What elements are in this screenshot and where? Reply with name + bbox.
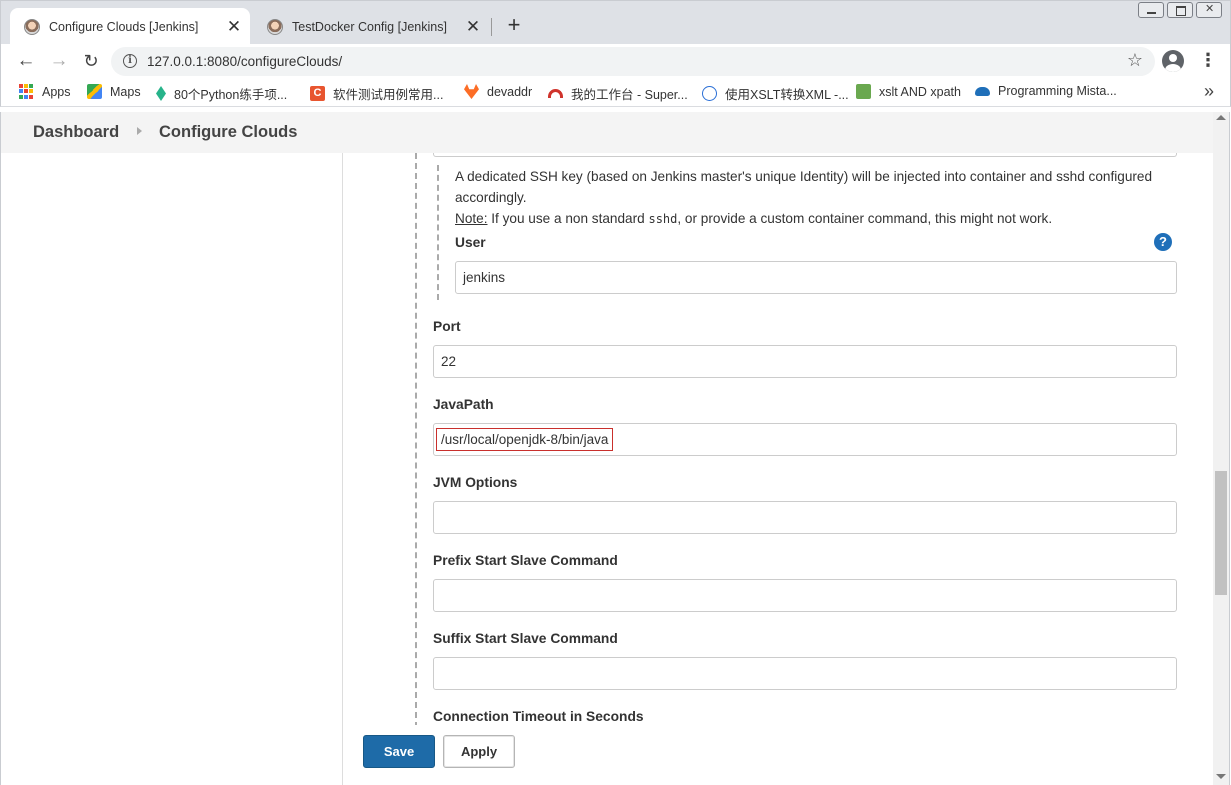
bookmark-python[interactable]: 80个Python练手项... xyxy=(156,84,287,103)
connection-timeout-label: Connection Timeout in Seconds xyxy=(433,709,644,724)
apply-button[interactable]: Apply xyxy=(443,735,515,768)
tab-separator xyxy=(491,18,492,36)
javapath-input[interactable]: /usr/local/openjdk-8/bin/java xyxy=(433,423,1177,456)
scrolled-field-edge xyxy=(433,153,1177,157)
tab-configure-clouds[interactable]: Configure Clouds [Jenkins] ✕ xyxy=(10,8,250,45)
browser-tab-strip: Configure Clouds [Jenkins] ✕ TestDocker … xyxy=(0,0,1231,45)
scroll-up-arrow-icon[interactable] xyxy=(1216,115,1226,120)
section-dashed-border xyxy=(415,153,417,728)
bookmark-label: 软件测试用例常用... xyxy=(333,88,444,102)
subsection-dashed-border xyxy=(437,165,439,300)
help-icon[interactable]: ? xyxy=(1154,233,1172,251)
note-text-pre: If you use a non standard xyxy=(487,211,649,226)
breadcrumb-configure-clouds[interactable]: Configure Clouds xyxy=(159,123,297,142)
note-label: Note: xyxy=(455,211,488,226)
prefix-start-input[interactable] xyxy=(433,579,1177,612)
prefix-start-label: Prefix Start Slave Command xyxy=(433,553,618,568)
bookmarks-bar: Apps Maps 80个Python练手项... C 软件测试用例常用... … xyxy=(0,78,1231,107)
jvm-options-input[interactable] xyxy=(433,501,1177,534)
jenkins-favicon-icon xyxy=(24,18,40,35)
user-label: User xyxy=(455,235,486,250)
bookmark-xslt[interactable]: 使用XSLT转换XML -... xyxy=(702,84,849,103)
scrollbar-thumb[interactable] xyxy=(1215,471,1227,595)
bookmark-star-icon[interactable]: ☆ xyxy=(1127,50,1143,71)
bookmark-label: Programming Mista... xyxy=(998,84,1117,98)
bookmark-label: Apps xyxy=(42,84,71,99)
note-code: sshd xyxy=(648,212,678,226)
note-text-post: , or provide a custom container command,… xyxy=(677,211,1053,226)
port-value: 22 xyxy=(441,354,457,369)
port-label: Port xyxy=(433,319,461,334)
side-panel xyxy=(0,153,343,785)
breadcrumb-dashboard[interactable]: Dashboard xyxy=(33,123,119,142)
bookmark-maps[interactable]: Maps xyxy=(87,84,141,99)
bookmark-programming[interactable]: Programming Mista... xyxy=(975,84,1117,98)
bookmark-label: 使用XSLT转换XML -... xyxy=(725,88,849,102)
jvm-options-label: JVM Options xyxy=(433,475,518,490)
c-logo-icon: C xyxy=(310,86,325,101)
tab-title: Configure Clouds [Jenkins] xyxy=(49,19,199,34)
bookmark-workbench[interactable]: 我的工作台 - Super... xyxy=(548,84,688,103)
site-info-icon[interactable]: i xyxy=(123,54,137,68)
address-bar[interactable]: i 127.0.0.1:8080/configureClouds/ ☆ xyxy=(111,47,1155,76)
translate-icon xyxy=(702,86,717,101)
jenkins-favicon-icon xyxy=(267,18,283,35)
page-scrollbar[interactable] xyxy=(1213,112,1230,785)
main-content: A dedicated SSH key (based on Jenkins ma… xyxy=(344,153,1213,785)
breadcrumb: Dashboard Configure Clouds xyxy=(0,112,1213,153)
ssh-help-text: A dedicated SSH key (based on Jenkins ma… xyxy=(455,166,1180,230)
javapath-label: JavaPath xyxy=(433,397,494,412)
cloud-icon xyxy=(975,86,990,96)
scroll-down-arrow-icon[interactable] xyxy=(1216,774,1226,779)
window-controls xyxy=(1138,2,1222,18)
gitlab-icon xyxy=(464,84,479,99)
breadcrumb-separator-icon xyxy=(137,127,142,135)
window-close-icon[interactable] xyxy=(1196,2,1222,18)
bookmarks-overflow-icon[interactable]: » xyxy=(1204,81,1214,102)
profile-avatar-icon[interactable] xyxy=(1162,50,1184,72)
bookmark-testing[interactable]: C 软件测试用例常用... xyxy=(310,84,443,103)
forward-arrow-icon[interactable]: → xyxy=(48,50,70,72)
apps-grid-icon xyxy=(19,84,34,99)
maximize-icon[interactable] xyxy=(1167,2,1193,18)
back-arrow-icon[interactable]: ← xyxy=(15,50,37,72)
tab-testdocker-config[interactable]: TestDocker Config [Jenkins] ✕ xyxy=(253,8,489,45)
tab-title: TestDocker Config [Jenkins] xyxy=(292,19,447,34)
browser-menu-icon[interactable]: ⋮ xyxy=(1199,51,1217,69)
tab-close-icon[interactable]: ✕ xyxy=(224,17,244,37)
maps-icon xyxy=(87,84,102,99)
user-value: jenkins xyxy=(463,270,506,285)
save-button[interactable]: Save xyxy=(363,735,435,768)
javapath-value: /usr/local/openjdk-8/bin/java xyxy=(436,428,614,451)
bookmark-label: 80个Python练手项... xyxy=(174,88,288,102)
bookmark-label: Maps xyxy=(110,84,141,99)
bookmark-label: 我的工作台 - Super... xyxy=(571,88,688,102)
rainbow-icon xyxy=(548,89,563,98)
port-input[interactable]: 22 xyxy=(433,345,1177,378)
bookmark-label: xslt AND xpath xyxy=(879,84,961,99)
bookmark-xpath[interactable]: xslt AND xpath xyxy=(856,84,961,99)
browser-toolbar: ← → ↻ i 127.0.0.1:8080/configureClouds/ … xyxy=(0,44,1231,78)
green-logo-icon xyxy=(856,84,871,99)
ssh-help-line: A dedicated SSH key (based on Jenkins ma… xyxy=(455,169,1153,205)
bookmark-label: devaddr xyxy=(487,84,533,99)
suffix-start-input[interactable] xyxy=(433,657,1177,690)
bookmark-devaddr[interactable]: devaddr xyxy=(464,84,532,99)
url-text[interactable]: 127.0.0.1:8080/configureClouds/ xyxy=(147,54,342,69)
leaf-icon xyxy=(156,86,166,101)
form-button-bar: Save Apply xyxy=(344,725,1213,785)
reload-icon[interactable]: ↻ xyxy=(80,50,102,72)
suffix-start-label: Suffix Start Slave Command xyxy=(433,631,618,646)
tab-close-icon[interactable]: ✕ xyxy=(463,17,483,37)
user-input[interactable]: jenkins xyxy=(455,261,1177,294)
new-tab-icon[interactable]: + xyxy=(502,14,526,38)
minimize-icon[interactable] xyxy=(1138,2,1164,18)
bookmark-apps[interactable]: Apps xyxy=(19,84,71,99)
